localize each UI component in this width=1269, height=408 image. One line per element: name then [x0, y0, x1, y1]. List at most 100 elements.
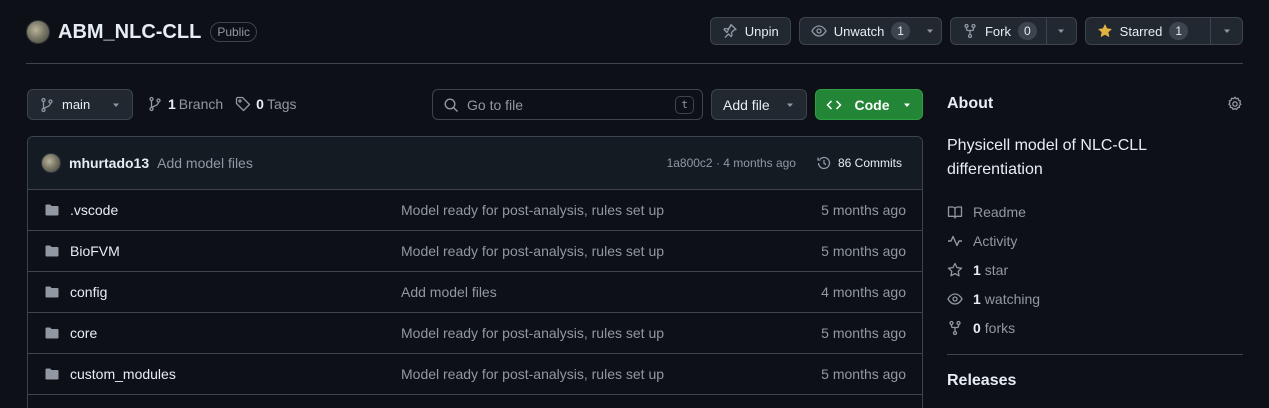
file-commit-message[interactable]: Add model files — [401, 284, 821, 300]
activity-link[interactable]: Activity — [947, 226, 1243, 255]
activity-label: Activity — [973, 232, 1018, 249]
folder-icon — [44, 243, 60, 259]
fork-icon — [947, 320, 963, 336]
about-header: About — [947, 90, 1243, 118]
watching-label: watching — [984, 290, 1041, 307]
search-icon — [443, 97, 459, 113]
starred-button[interactable]: Starred 1 — [1086, 18, 1210, 44]
stars-count: 1 — [973, 261, 981, 278]
stars-label: star — [984, 261, 1009, 278]
tags-link[interactable]: 0 Tags — [235, 96, 297, 112]
eye-icon — [810, 23, 827, 39]
commits-count: 86 Commits — [837, 156, 902, 170]
file-name[interactable]: BioFVM — [70, 243, 401, 259]
file-commit-date: 5 months ago — [821, 243, 906, 259]
star-dropdown[interactable] — [1210, 18, 1242, 44]
unpin-label: Unpin — [744, 23, 779, 39]
repo-actions: Unpin Unwatch 1 Fork 0 Starred 1 — [709, 17, 1243, 45]
folder-icon — [44, 202, 60, 218]
file-row[interactable]: core Model ready for post-analysis, rule… — [28, 313, 922, 354]
file-commit-message[interactable]: Model ready for post-analysis, rules set… — [401, 202, 821, 218]
latest-commit-bar: mhurtado13 Add model files 1a800c2 · 4 m… — [28, 137, 922, 190]
file-row[interactable]: config Add model files 4 months ago — [28, 272, 922, 313]
triangle-down-icon — [1056, 26, 1066, 36]
file-commit-date: 5 months ago — [821, 366, 906, 382]
branch-count: 1 — [168, 96, 176, 112]
file-commit-date: 5 months ago — [821, 325, 906, 341]
file-commit-date: 5 months ago — [821, 202, 906, 218]
file-commit-message[interactable]: Model ready for post-analysis, rules set… — [401, 325, 821, 341]
file-row[interactable]: BioFVM Model ready for post-analysis, ru… — [28, 231, 922, 272]
triangle-down-icon — [902, 100, 912, 110]
fork-dropdown[interactable] — [1045, 18, 1076, 44]
star-counter: 1 — [1169, 22, 1188, 40]
commit-hash-time[interactable]: 1a800c2 · 4 months ago — [667, 156, 796, 170]
branches-link[interactable]: 1 Branch — [147, 96, 223, 112]
branch-tag-meta: 1 Branch 0 Tags — [147, 96, 297, 112]
watchers-link[interactable]: 1 watching — [947, 284, 1243, 313]
file-commit-message[interactable]: Model ready for post-analysis, rules set… — [401, 243, 821, 259]
watch-counter: 1 — [891, 22, 910, 40]
pin-icon — [722, 23, 738, 39]
folder-icon — [44, 366, 60, 382]
go-to-file-input[interactable] — [467, 96, 676, 113]
watch-button-group: Unwatch 1 — [798, 17, 942, 45]
branch-icon — [39, 97, 55, 113]
watching-count: 1 — [973, 290, 981, 307]
repo-description: Physicell model of NLC-CLL differentiati… — [947, 137, 1147, 178]
fork-button-group: Fork 0 — [949, 17, 1077, 45]
folder-icon — [44, 284, 60, 300]
about-title: About — [947, 95, 994, 112]
go-to-file-search: t — [432, 89, 703, 120]
history-icon — [816, 155, 832, 171]
repo-header: ABM_NLC-CLL Public — [26, 18, 257, 46]
branch-select-button[interactable]: main — [27, 89, 133, 120]
add-file-button[interactable]: Add file — [711, 89, 807, 120]
commit-author-avatar[interactable] — [41, 153, 61, 173]
readme-link[interactable]: Readme — [947, 197, 1243, 226]
fork-button[interactable]: Fork 0 — [951, 18, 1046, 44]
code-icon — [826, 97, 842, 113]
unpin-button[interactable]: Unpin — [709, 17, 791, 45]
fork-counter: 0 — [1017, 22, 1037, 40]
watch-dropdown[interactable] — [919, 18, 941, 44]
file-name[interactable]: custom_modules — [70, 366, 401, 382]
file-row[interactable]: custom_modules Model ready for post-anal… — [28, 354, 922, 395]
visibility-badge: Public — [210, 22, 257, 42]
file-commit-message[interactable]: Model ready for post-analysis, rules set… — [401, 366, 821, 382]
file-browser: mhurtado13 Add model files 1a800c2 · 4 m… — [27, 136, 923, 408]
fork-label: Fork — [984, 23, 1011, 39]
file-row[interactable]: .vscode Model ready for post-analysis, r… — [28, 190, 922, 231]
forks-link[interactable]: 0 forks — [947, 313, 1243, 342]
eye-icon — [947, 291, 963, 307]
code-button[interactable]: Code — [815, 89, 923, 120]
triangle-down-icon — [925, 26, 935, 36]
commits-history-link[interactable]: 86 Commits — [812, 155, 906, 171]
star-fill-icon — [1097, 23, 1113, 39]
commit-author[interactable]: mhurtado13 — [69, 155, 149, 171]
file-name[interactable]: .vscode — [70, 202, 401, 218]
repo-name[interactable]: ABM_NLC-CLL — [58, 21, 201, 44]
sidebar-divider — [947, 354, 1243, 355]
forks-count: 0 — [973, 319, 981, 336]
gear-icon[interactable] — [1227, 96, 1243, 112]
unwatch-label: Unwatch — [833, 23, 885, 39]
releases-heading[interactable]: Releases — [947, 372, 1243, 390]
owner-avatar[interactable] — [26, 20, 50, 44]
book-icon — [947, 204, 963, 220]
tag-count: 0 — [256, 96, 264, 112]
add-file-label: Add file — [723, 96, 770, 113]
unwatch-button[interactable]: Unwatch 1 — [800, 18, 919, 44]
file-name[interactable]: core — [70, 325, 401, 341]
stars-link[interactable]: 1 star — [947, 255, 1243, 284]
triangle-down-icon — [111, 100, 121, 110]
branch-name: main — [62, 97, 91, 112]
commit-message[interactable]: Add model files — [157, 155, 253, 171]
triangle-down-icon — [785, 100, 795, 110]
fork-icon — [962, 23, 978, 39]
branch-icon — [147, 96, 163, 112]
file-name[interactable]: config — [70, 284, 401, 300]
about-sidebar: About Physicell model of NLC-CLL differe… — [947, 90, 1243, 390]
forks-label: forks — [984, 319, 1016, 336]
commit-meta: 1a800c2 · 4 months ago 86 Commits — [667, 155, 906, 171]
